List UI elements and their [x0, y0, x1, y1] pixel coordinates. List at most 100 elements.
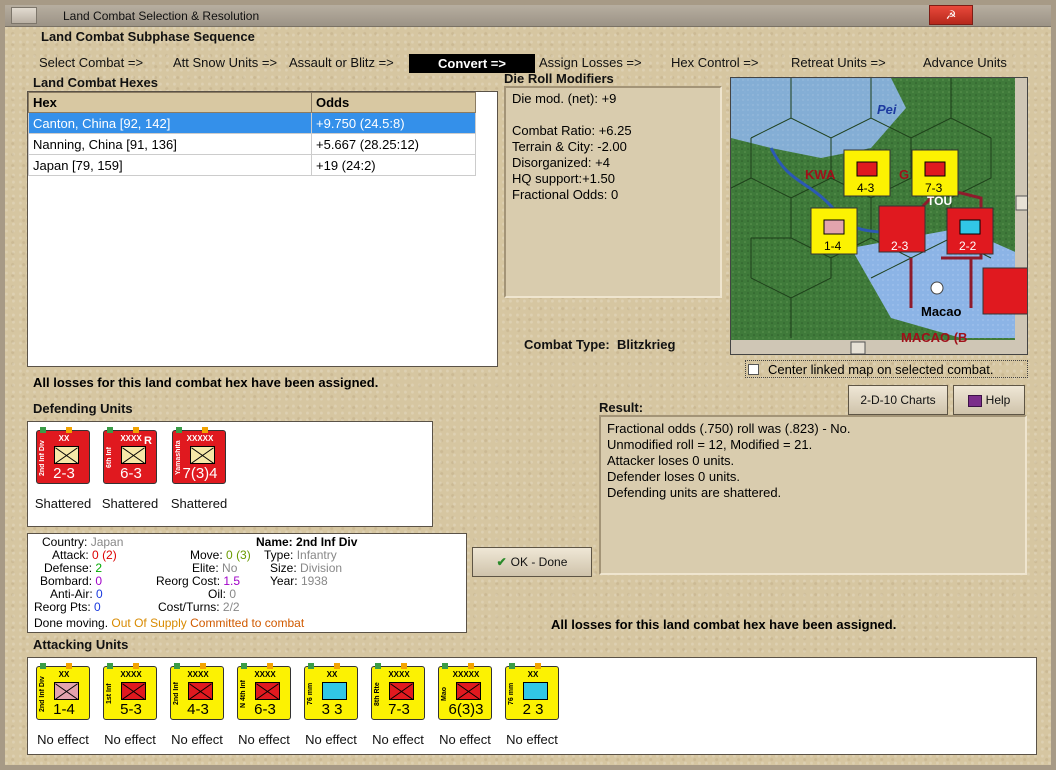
- map-label-macao: Macao: [921, 304, 962, 319]
- attacking-unit[interactable]: XXXXX Mao 6(3)3: [438, 663, 492, 720]
- defending-title: Defending Units: [33, 401, 133, 416]
- defending-unit[interactable]: XXXXX Yamashita 7(3)4: [172, 427, 226, 484]
- modifier-line: Terrain & City: -2.00: [512, 139, 627, 154]
- type-row: Type: Infantry: [264, 548, 337, 562]
- defending-unit[interactable]: XXXX R 6th Inf 6-3: [103, 427, 157, 484]
- modifier-line: Combat Ratio: +6.25: [512, 123, 632, 138]
- artillery-icon: [523, 682, 548, 700]
- unit-values: 5-3: [120, 701, 142, 718]
- center-map-option[interactable]: Center linked map on selected combat.: [745, 360, 1028, 378]
- attacking-unit[interactable]: XX 76 mm 3 3: [304, 663, 358, 720]
- artillery-icon: [322, 682, 347, 700]
- year-row: Year: 1938: [270, 574, 328, 588]
- name-row: Name: 2nd Inf Div: [256, 535, 357, 549]
- combat-type-label: Combat Type:: [524, 337, 610, 352]
- name-value: 2nd Inf Div: [296, 535, 358, 549]
- type-label: Type:: [264, 548, 294, 562]
- ok-done-button[interactable]: ✔ OK - Done: [472, 547, 592, 577]
- unit-status: Shattered: [101, 496, 159, 511]
- infantry-icon: [190, 446, 215, 464]
- reorg-cost-label: Reorg Cost:: [156, 574, 221, 588]
- attacking-unit[interactable]: XX 76 mm 2 3: [505, 663, 559, 720]
- attacking-unit[interactable]: XXXX 1st Inf 5-3: [103, 663, 157, 720]
- attacking-unit[interactable]: XX 2nd Inf Div 1-4: [36, 663, 90, 720]
- elite-label: Elite:: [192, 561, 219, 575]
- size-value: Division: [300, 561, 343, 575]
- country-label: Country:: [42, 535, 88, 549]
- defense-value: 2: [95, 561, 103, 575]
- infantry-icon: [121, 446, 146, 464]
- unit-marker-icon: [468, 663, 474, 669]
- committed-status: Committed to combat: [190, 616, 305, 630]
- table-row[interactable]: Nanning, China [91, 136] +5.667 (28.25:1…: [28, 133, 476, 155]
- unit-values: 2 3: [522, 701, 544, 718]
- table-row[interactable]: Japan [79, 159] +19 (24:2): [28, 154, 476, 176]
- done-moving: Done moving.: [34, 616, 109, 630]
- oil-row: Oil: 0: [208, 587, 236, 601]
- odds-cell: +19 (24:2): [311, 154, 476, 176]
- result-line: Unmodified roll = 12, Modified = 21.: [607, 437, 813, 452]
- move-value: 0: [226, 548, 233, 562]
- unit-values: 4-3: [187, 701, 209, 718]
- defending-unit[interactable]: XX 2nd Inf Div 2-3: [36, 427, 90, 484]
- supply-status: Out Of Supply: [111, 616, 187, 630]
- oil-label: Oil:: [208, 587, 226, 601]
- help-button[interactable]: Help: [953, 385, 1025, 415]
- attacking-unit[interactable]: XXXX N 4th Inf 6-3: [237, 663, 291, 720]
- infantry-icon: [121, 682, 146, 700]
- table-row[interactable]: Canton, China [92, 142] +9.750 (24.5:8): [28, 112, 476, 134]
- status-row: Done moving. Out Of Supply Committed to …: [34, 616, 304, 630]
- unit-values: 2-3: [53, 465, 75, 482]
- defending-units: XX 2nd Inf Div 2-3 Shattered XXXX R 6th …: [27, 421, 433, 527]
- map-label-macao-b: MACAO (B: [901, 330, 968, 345]
- move-row: Move: 0 (3): [190, 548, 251, 562]
- hex-cell: Nanning, China [91, 136]: [28, 133, 312, 155]
- unit-marker-icon: [133, 663, 139, 669]
- step-assign-losses: Assign Losses =>: [539, 55, 642, 70]
- result-panel: Fractional odds (.750) roll was (.823) -…: [599, 415, 1027, 575]
- svg-text:1-4: 1-4: [824, 239, 842, 253]
- close-button[interactable]: ☭: [929, 5, 973, 25]
- map-hexes[interactable]: 4-3 7-3 1-4 2-3 2-2: [731, 78, 1028, 355]
- subphase-title: Land Combat Subphase Sequence: [41, 29, 255, 44]
- attacking-unit[interactable]: XXXX 8th Rte 7-3: [371, 663, 425, 720]
- step-att-snow: Att Snow Units =>: [173, 55, 278, 70]
- unit-marker-icon: [375, 663, 381, 669]
- year-label: Year:: [270, 574, 298, 588]
- unit-status: No effect: [171, 732, 223, 747]
- reorg-cost-value: 1.5: [223, 574, 241, 588]
- bombard-label: Bombard:: [40, 574, 93, 588]
- linked-map[interactable]: 4-3 7-3 1-4 2-3 2-2 Pei KWA G TOU Macao …: [730, 77, 1028, 355]
- unit-marker-icon: [66, 427, 72, 433]
- result-line: Defending units are shattered.: [607, 485, 782, 500]
- map-label-g: G: [899, 167, 910, 182]
- center-map-checkbox[interactable]: [748, 364, 759, 375]
- unit-marker-icon: [40, 663, 46, 669]
- checkmark-icon: ✔: [496, 555, 507, 569]
- minimize-icon[interactable]: [11, 7, 37, 24]
- unit-status: No effect: [104, 732, 156, 747]
- modifier-line: [512, 107, 714, 123]
- unit-values: 7(3)4: [182, 465, 218, 482]
- unit-status: No effect: [37, 732, 89, 747]
- anti-air-row: Anti-Air: 0: [50, 587, 103, 601]
- odds-cell: +9.750 (24.5:8): [311, 112, 476, 134]
- cost-turns-row: Cost/Turns: 2/2: [158, 600, 240, 614]
- size-row: Size: Division: [270, 561, 342, 575]
- unit-values: 1-4: [53, 701, 75, 718]
- defense-label: Defense:: [44, 561, 93, 575]
- col-odds[interactable]: Odds: [311, 92, 476, 113]
- unit-marker-icon: [107, 663, 113, 669]
- attacking-unit[interactable]: XXXX 2nd Inf 4-3: [170, 663, 224, 720]
- col-hex[interactable]: Hex: [28, 92, 312, 113]
- result-line: Fractional odds (.750) roll was (.823) -…: [607, 421, 851, 436]
- hex-cell: Canton, China [92, 142]: [28, 112, 312, 134]
- cost-turns-label: Cost/Turns:: [158, 600, 220, 614]
- charts-button[interactable]: 2-D-10 Charts: [848, 385, 948, 415]
- unit-marker-icon: [133, 427, 139, 433]
- ok-label: OK - Done: [510, 555, 568, 569]
- infantry-icon: [456, 682, 481, 700]
- unit-marker-icon: [334, 663, 340, 669]
- book-icon: [967, 394, 982, 407]
- unit-info-panel: Country: Japan Name: 2nd Inf Div Attack:…: [27, 533, 467, 633]
